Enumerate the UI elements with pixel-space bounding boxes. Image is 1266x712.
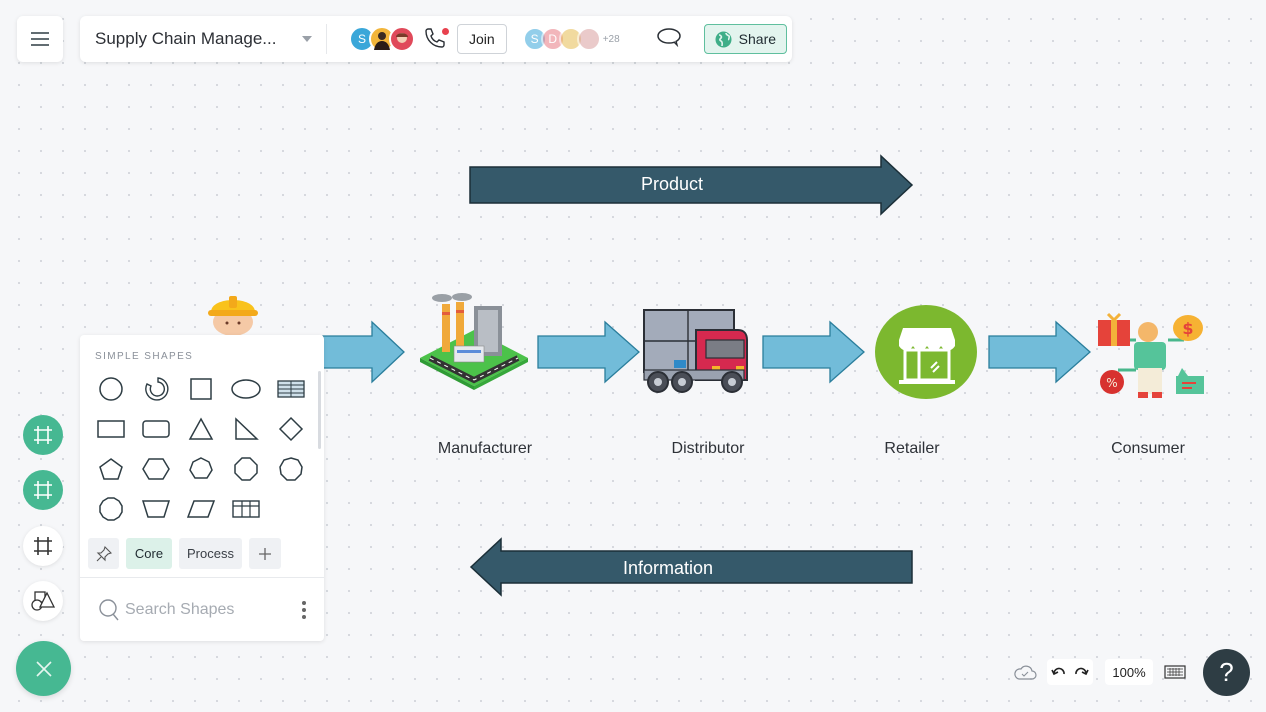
- search-shapes-input[interactable]: [125, 601, 275, 619]
- close-icon: [35, 660, 52, 677]
- shape-decagon[interactable]: [88, 489, 133, 529]
- hamburger-icon: [31, 32, 49, 46]
- information-arrow-label: Information: [622, 558, 714, 578]
- shape-parallelogram[interactable]: [178, 489, 223, 529]
- shape-search: [98, 597, 310, 623]
- redo-icon[interactable]: [1073, 665, 1089, 679]
- search-icon: [99, 599, 119, 621]
- avatar: [576, 27, 601, 51]
- shapes-tool-button[interactable]: [23, 581, 63, 621]
- comments-button[interactable]: [656, 27, 682, 52]
- shape-octagon[interactable]: [223, 449, 268, 489]
- truck-icon[interactable]: [642, 308, 750, 394]
- shape-right-triangle[interactable]: [223, 409, 268, 449]
- node-label-retailer: Retailer: [884, 440, 940, 457]
- svg-text:$: $: [1182, 319, 1193, 338]
- call-button[interactable]: [423, 26, 449, 52]
- avatar[interactable]: [389, 26, 415, 52]
- flow-arrow[interactable]: [322, 320, 406, 384]
- viewers-more-count: +28: [602, 33, 620, 45]
- toolbar-divider: [326, 24, 327, 54]
- zoom-level[interactable]: 100%: [1105, 659, 1153, 685]
- shape-library-tabs: Core Process: [88, 538, 281, 569]
- top-toolbar: Supply Chain Manage... S Join S D +28 Sh…: [80, 16, 792, 62]
- live-indicator: [442, 28, 449, 35]
- panel-divider: [80, 577, 324, 578]
- shape-heptagon[interactable]: [178, 449, 223, 489]
- shape-rectangle[interactable]: [88, 409, 133, 449]
- comment-icon: [656, 27, 681, 47]
- shape-circle[interactable]: [88, 369, 133, 409]
- document-title[interactable]: Supply Chain Manage...: [95, 29, 290, 49]
- frame-tool-button-3[interactable]: [23, 526, 63, 566]
- cloud-saved-icon[interactable]: [1013, 662, 1037, 682]
- shape-table[interactable]: [268, 369, 313, 409]
- panel-scrollbar[interactable]: [318, 371, 321, 449]
- collaborator-avatars: S: [349, 26, 415, 52]
- store-icon[interactable]: [875, 304, 979, 400]
- shape-triangle[interactable]: [178, 409, 223, 449]
- shape-nonagon[interactable]: [268, 449, 313, 489]
- share-button[interactable]: Share: [703, 24, 788, 54]
- title-dropdown-icon[interactable]: [302, 36, 312, 42]
- shape-square[interactable]: [178, 369, 223, 409]
- node-label-distributor: Distributor: [671, 440, 745, 457]
- frame-icon: [34, 537, 52, 555]
- panel-heading: SIMPLE SHAPES: [95, 351, 194, 362]
- consumer-icon[interactable]: $ %: [1096, 310, 1208, 402]
- tab-process[interactable]: Process: [179, 538, 242, 569]
- flow-arrow[interactable]: [988, 320, 1092, 384]
- shape-trapezoid[interactable]: [133, 489, 178, 529]
- shapes-icon: [31, 591, 56, 611]
- keyboard-shortcuts-icon[interactable]: [1163, 662, 1187, 682]
- frame-icon: [34, 426, 52, 444]
- close-panel-button[interactable]: [16, 641, 71, 696]
- shape-hexagon[interactable]: [133, 449, 178, 489]
- help-button[interactable]: ?: [1203, 649, 1250, 696]
- viewer-avatars[interactable]: S D +28: [522, 27, 620, 51]
- shape-arc[interactable]: [133, 369, 178, 409]
- share-label: Share: [738, 31, 777, 47]
- shapes-panel: SIMPLE SHAPES Core Process: [80, 335, 324, 641]
- undo-redo-group: [1047, 659, 1093, 685]
- globe-icon: [715, 31, 732, 47]
- factory-icon[interactable]: [412, 292, 532, 390]
- flow-arrow[interactable]: [762, 320, 866, 384]
- shape-diamond[interactable]: [268, 409, 313, 449]
- join-call-button[interactable]: Join: [457, 24, 507, 54]
- plus-icon: [259, 547, 271, 560]
- add-library-tab[interactable]: [249, 538, 281, 569]
- frame-tool-button-2[interactable]: [23, 470, 63, 510]
- pin-icon: [96, 545, 112, 561]
- node-label-manufacturer: Manufacturer: [437, 440, 533, 457]
- shape-grid: [88, 369, 313, 529]
- frame-icon: [34, 481, 52, 499]
- product-arrow-label: Product: [640, 174, 704, 194]
- shape-ellipse[interactable]: [223, 369, 268, 409]
- flow-arrow[interactable]: [537, 320, 641, 384]
- undo-icon[interactable]: [1051, 665, 1067, 679]
- frame-tool-button[interactable]: [23, 415, 63, 455]
- shape-pentagon[interactable]: [88, 449, 133, 489]
- worker-icon[interactable]: [205, 290, 261, 336]
- tab-core[interactable]: Core: [126, 538, 172, 569]
- svg-text:%: %: [1106, 376, 1117, 390]
- shape-rounded-rectangle[interactable]: [133, 409, 178, 449]
- shape-grid-table[interactable]: [223, 489, 268, 529]
- node-label-consumer: Consumer: [1111, 440, 1185, 457]
- pin-tab[interactable]: [88, 538, 119, 569]
- more-options-icon[interactable]: [298, 599, 310, 621]
- menu-button[interactable]: [17, 16, 63, 62]
